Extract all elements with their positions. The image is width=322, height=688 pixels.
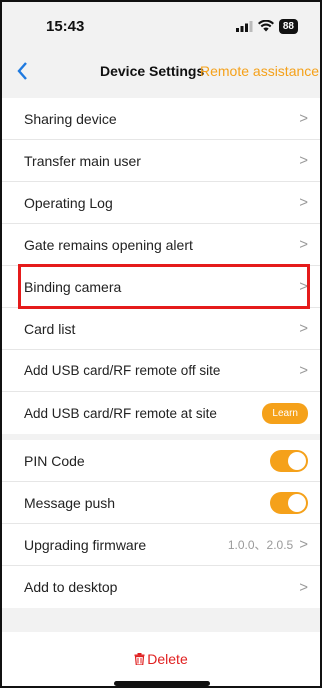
- row-sharing-device[interactable]: Sharing device >: [2, 98, 320, 140]
- row-label: Card list: [24, 320, 76, 337]
- pin-code-toggle[interactable]: [270, 449, 308, 472]
- chevron-right-icon: >: [299, 536, 308, 553]
- delete-button[interactable]: Delete: [2, 632, 320, 686]
- status-bar: 15:43 88: [2, 2, 320, 50]
- toggle-knob: [288, 451, 306, 470]
- row-label: Upgrading firmware: [24, 536, 147, 553]
- status-icons: 88: [235, 18, 298, 34]
- row-label: Binding camera: [24, 278, 122, 295]
- chevron-right-icon: >: [299, 110, 308, 127]
- row-label: Sharing device: [24, 110, 117, 127]
- wifi-icon: [257, 20, 274, 32]
- message-push-toggle[interactable]: [270, 491, 308, 514]
- row-add-to-desktop[interactable]: Add to desktop >: [2, 566, 320, 608]
- trash-icon: [134, 653, 145, 665]
- learn-button[interactable]: Learn: [262, 402, 308, 424]
- row-label: Transfer main user: [24, 152, 141, 169]
- row-pin-code: PIN Code: [2, 440, 320, 482]
- row-label: Add USB card/RF remote at site: [24, 405, 217, 421]
- row-label: Add to desktop: [24, 579, 118, 595]
- row-operating-log[interactable]: Operating Log >: [2, 182, 320, 224]
- phone-screen: 15:43 88 Device Settings Remote assistan…: [0, 0, 322, 688]
- row-card-list[interactable]: Card list >: [2, 308, 320, 350]
- chevron-right-icon: >: [299, 152, 308, 169]
- chevron-right-icon: >: [299, 236, 308, 253]
- row-transfer-main-user[interactable]: Transfer main user >: [2, 140, 320, 182]
- remote-assistance-link[interactable]: Remote assistance: [200, 63, 319, 79]
- row-label: PIN Code: [24, 452, 85, 469]
- chevron-right-icon: >: [299, 320, 308, 337]
- row-label: Add USB card/RF remote off site: [24, 363, 221, 378]
- row-gate-alert[interactable]: Gate remains opening alert >: [2, 224, 320, 266]
- row-label: Operating Log: [24, 194, 113, 211]
- chevron-left-icon[interactable]: [16, 61, 28, 81]
- row-label: Message push: [24, 494, 116, 511]
- delete-label: Delete: [147, 651, 188, 667]
- battery-indicator: 88: [278, 18, 298, 34]
- row-add-card-at-site: Add USB card/RF remote at site Learn: [2, 392, 320, 434]
- row-message-push: Message push: [2, 482, 320, 524]
- home-indicator: [114, 681, 210, 686]
- settings-group-secondary: PIN Code Message push Upgrading firmware…: [2, 440, 320, 608]
- toggle-knob: [288, 493, 306, 512]
- firmware-version: 1.0.0、2.0.5: [227, 538, 294, 552]
- row-binding-camera[interactable]: Binding camera >: [2, 266, 320, 308]
- row-upgrading-firmware[interactable]: Upgrading firmware 1.0.0、2.0.5 >: [2, 524, 320, 566]
- chevron-right-icon: >: [299, 362, 308, 379]
- chevron-right-icon: >: [299, 578, 308, 596]
- nav-bar: Device Settings Remote assistance: [2, 50, 320, 92]
- signal-icon: [235, 20, 253, 32]
- page-title: Device Settings: [100, 63, 205, 79]
- status-time: 15:43: [46, 17, 85, 35]
- chevron-right-icon: >: [299, 278, 308, 295]
- chevron-right-icon: >: [299, 194, 308, 211]
- settings-group-main: Sharing device > Transfer main user > Op…: [2, 98, 320, 434]
- row-add-card-off-site[interactable]: Add USB card/RF remote off site >: [2, 350, 320, 392]
- row-label: Gate remains opening alert: [24, 236, 193, 253]
